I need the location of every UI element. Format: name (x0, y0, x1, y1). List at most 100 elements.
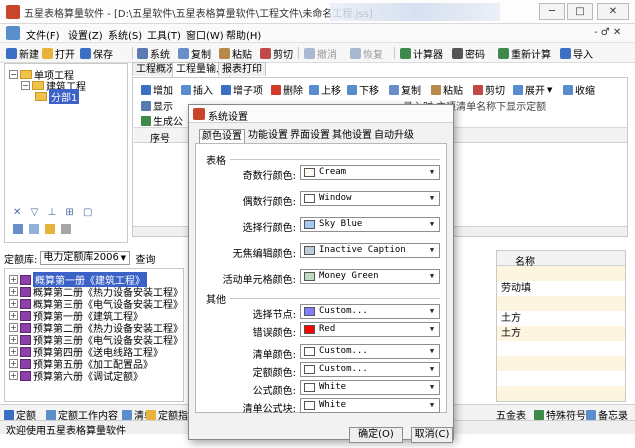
menu-file[interactable]: 文件(F) (26, 27, 60, 42)
tree-tool-icon-a[interactable] (13, 224, 23, 234)
copy-button[interactable]: 复制 (178, 46, 211, 61)
list-item[interactable] (497, 266, 625, 281)
generate-formula-button[interactable]: 生成公 (141, 113, 183, 128)
expand-icon[interactable]: + (9, 347, 18, 356)
collapse-icon[interactable]: − (21, 81, 30, 90)
quota-tree-item[interactable]: + 预算第六册《调试定额》 (9, 368, 143, 383)
formula-color-select[interactable]: White ▼ (300, 380, 440, 395)
grid-paste-button[interactable]: 粘贴 (431, 82, 463, 97)
expand-icon[interactable]: + (9, 287, 18, 296)
undo-button[interactable]: 撤消 (304, 46, 337, 61)
title-bar: 五星表格算量软件 - [D:\五星软件\五星表格算量软件\工程文件\未命名工程.… (0, 0, 635, 24)
expand-icon[interactable]: + (9, 335, 18, 344)
list-item[interactable]: 土方 (497, 326, 625, 341)
minimize-button[interactable]: ─ (539, 3, 565, 20)
bill-formula-color-select[interactable]: White ▼ (300, 398, 440, 413)
redo-button[interactable]: 恢复 (350, 46, 383, 61)
quota-color-select[interactable]: Custom... ▼ (300, 362, 440, 377)
list-item[interactable] (497, 341, 625, 356)
recalculate-icon (498, 47, 509, 59)
tree-node-section[interactable]: 分部1 (35, 89, 80, 104)
menu-system[interactable]: 系统(S) (108, 27, 142, 42)
group-divider (230, 298, 440, 299)
menu-window[interactable]: 窗口(W) (186, 27, 224, 42)
list-item[interactable] (497, 386, 625, 401)
dialog-title: 系统设置 (208, 112, 248, 123)
menu-tools[interactable]: 工具(T) (147, 27, 181, 42)
delete-icon[interactable]: ✕ (13, 207, 21, 218)
open-icon (42, 47, 53, 59)
expand-icon[interactable]: + (9, 371, 18, 380)
grid-cut-button[interactable]: 剪切 (473, 82, 505, 97)
tab-interface-settings[interactable]: 界面设置 (288, 129, 332, 143)
system-button[interactable]: 系统 (137, 46, 170, 61)
grid-icon[interactable]: ⊞ (65, 207, 73, 218)
menu-help[interactable]: 帮助(H) (226, 27, 261, 42)
list-item[interactable]: 土方 (497, 311, 625, 326)
error-color-select[interactable]: Red ▼ (300, 322, 440, 337)
new-button[interactable]: 新建 (6, 46, 39, 61)
page-icon[interactable]: ▢ (83, 207, 92, 218)
mdi-controls[interactable]: - ♂ ✕ (594, 27, 621, 38)
even-row-color-select[interactable]: Window ▼ (300, 191, 440, 206)
collapse-icon[interactable]: − (9, 70, 18, 79)
save-button[interactable]: 保存 (80, 46, 113, 61)
color-swatch (304, 365, 315, 374)
maximize-button[interactable]: □ (567, 3, 593, 20)
paste-button[interactable]: 粘贴 (219, 46, 252, 61)
tree-tool-icon-c[interactable] (45, 224, 55, 234)
move-down-button[interactable]: 下移 (347, 82, 379, 97)
tab-other-settings[interactable]: 其他设置 (330, 129, 374, 143)
color-swatch (304, 220, 315, 229)
display-button[interactable]: 显示 (141, 98, 173, 113)
move-down-icon (347, 84, 357, 95)
tab-auto-upgrade[interactable]: 自动升级 (372, 129, 416, 143)
quota-library-label: 定额库: (4, 254, 38, 266)
tab-report-print[interactable]: 报表打印 (218, 62, 266, 76)
list-item[interactable] (497, 356, 625, 371)
move-up-button[interactable]: 上移 (309, 82, 341, 97)
tab-color-settings[interactable]: 颜色设置 (199, 129, 245, 143)
expand-icon[interactable]: + (9, 359, 18, 368)
tree-tool-icon-b[interactable] (29, 224, 39, 234)
active-cell-color-select[interactable]: Money Green ▼ (300, 269, 440, 284)
grid-copy-button[interactable]: 复制 (389, 82, 421, 97)
insert-button[interactable]: 插入 (181, 82, 213, 97)
add-button[interactable]: 增加 (141, 82, 173, 97)
filter-icon[interactable]: ▽ (31, 207, 39, 218)
list-item[interactable]: 劳动填 (497, 281, 625, 296)
ok-button[interactable]: 确定(O) (349, 427, 403, 443)
unfocused-edit-color-select[interactable]: Inactive Caption ▼ (300, 243, 440, 258)
recalculate-button[interactable]: 重新计算 (498, 46, 551, 61)
delete-button[interactable]: 删除 (271, 82, 303, 97)
book-icon (20, 370, 31, 381)
list-item[interactable] (497, 371, 625, 386)
selected-node-color-select[interactable]: Custom... ▼ (300, 304, 440, 319)
list-item[interactable] (497, 296, 625, 311)
expand-button[interactable]: 展开 ▼ (513, 82, 552, 97)
expand-icon[interactable]: + (9, 311, 18, 320)
close-button[interactable]: ✕ (597, 3, 629, 20)
import-button[interactable]: 导入 (560, 46, 593, 61)
calculator-button[interactable]: 计算器 (400, 46, 443, 61)
color-swatch (304, 246, 315, 255)
expand-icon[interactable]: + (9, 275, 18, 284)
menu-settings[interactable]: 设置(Z) (68, 27, 103, 42)
tab-function-settings[interactable]: 功能设置 (246, 129, 290, 143)
cancel-button[interactable]: 取消(C) (411, 427, 453, 443)
selected-row-color-select[interactable]: Sky Blue ▼ (300, 217, 440, 232)
open-button[interactable]: 打开 (42, 46, 75, 61)
collapse-button[interactable]: 收缩 (563, 82, 595, 97)
odd-row-color-select[interactable]: Cream ▼ (300, 165, 440, 180)
expand-icon[interactable]: + (9, 323, 18, 332)
query-button[interactable]: 查询 (135, 251, 155, 266)
insert-icon (181, 84, 191, 95)
cut-button[interactable]: 剪切 (260, 46, 293, 61)
add-subitem-button[interactable]: 增子项 (221, 82, 263, 97)
tree-tool-icon-d[interactable] (61, 224, 71, 234)
expand-icon[interactable]: + (9, 299, 18, 308)
quota-library-select[interactable]: 电力定额库2006 ▼ (40, 251, 131, 265)
bill-color-select[interactable]: Custom... ▼ (300, 344, 440, 359)
password-button[interactable]: 密码 (452, 46, 485, 61)
bottom-icon[interactable]: ⊥ (47, 207, 56, 218)
